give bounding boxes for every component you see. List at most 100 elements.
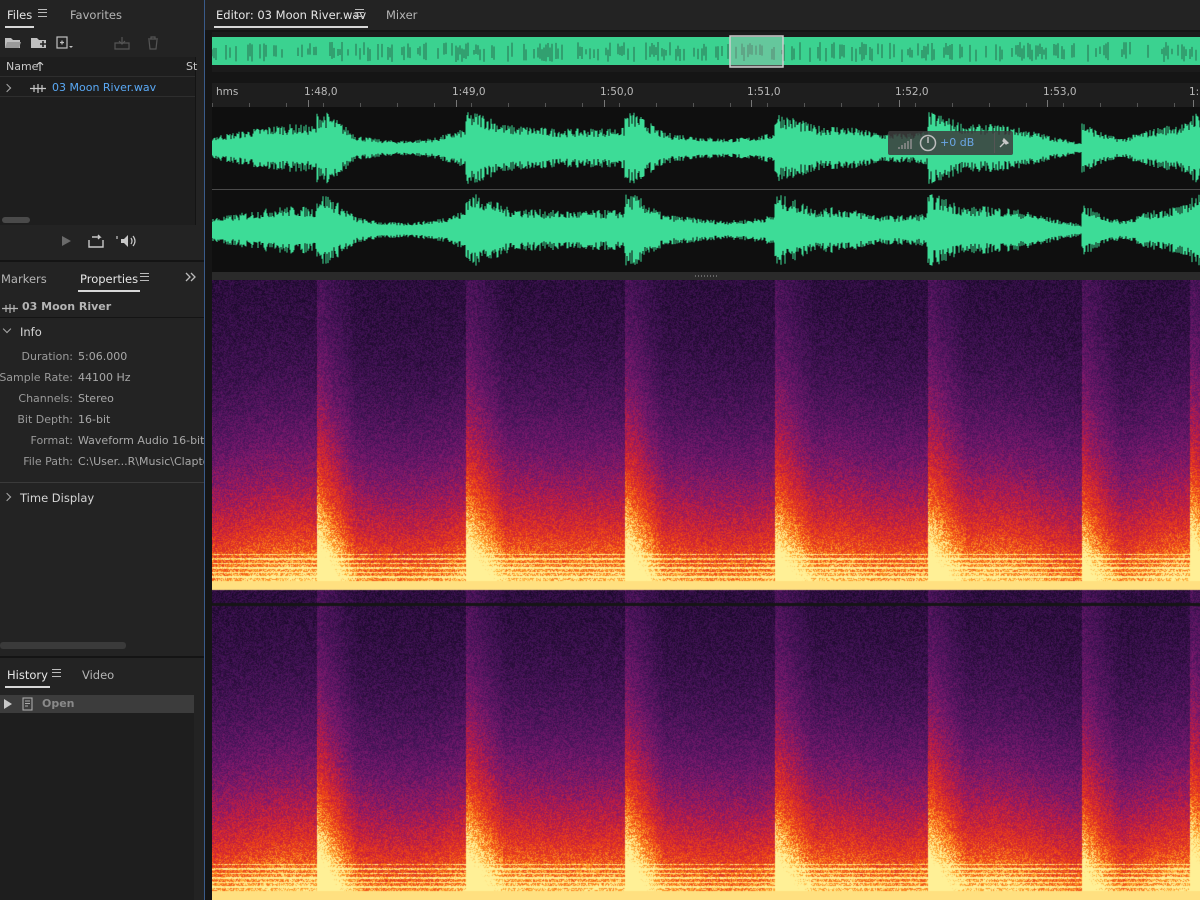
time-label: 1:49,0 (452, 86, 486, 98)
hud-gain-control[interactable]: +0 dB (888, 131, 1013, 155)
time-label: 1: (1189, 86, 1200, 98)
info-row-channels: Channels: Stereo (0, 389, 204, 409)
time-label: 1:50,0 (600, 86, 634, 98)
files-column-header: Name St (0, 57, 197, 77)
file-name[interactable]: 03 Moon River.wav (52, 81, 156, 94)
tab-mixer[interactable]: Mixer (386, 8, 417, 22)
audio-file-icon (2, 304, 18, 313)
files-tabbar: Files Favorites (0, 0, 204, 30)
overflow-chevrons-icon[interactable] (185, 272, 197, 282)
time-tick (751, 100, 752, 107)
tab-editor[interactable]: Editor: 03 Moon River.wav (213, 8, 369, 28)
time-label: 1:52,0 (895, 86, 929, 98)
asset-header: 03 Moon River (0, 298, 204, 318)
time-tick (456, 100, 457, 107)
time-display-section-header[interactable]: Time Display (0, 488, 204, 508)
panel-menu-icon[interactable] (355, 9, 364, 17)
editor-panel: Editor: 03 Moon River.wav Mixer hms 1:48… (204, 0, 1200, 900)
spectrogram (212, 280, 1200, 900)
asset-name: 03 Moon River (22, 300, 112, 313)
info-row-file-path: File Path: C:\User...R\Music\Clapton (0, 452, 204, 472)
info-section-header[interactable]: Info (0, 322, 204, 342)
tab-files[interactable]: Files (4, 8, 35, 28)
time-tick (308, 100, 309, 107)
overview-zoom-window[interactable] (729, 35, 784, 68)
current-state-arrow-icon (4, 699, 12, 709)
info-label: Channels: (18, 392, 73, 405)
files-scrollbar[interactable] (2, 217, 30, 223)
time-label: 1:51,0 (747, 86, 781, 98)
time-tick (899, 100, 900, 107)
panel-menu-icon[interactable] (140, 273, 149, 281)
section-title: Info (20, 325, 42, 339)
view-splitter[interactable] (212, 272, 1200, 280)
audio-file-icon (30, 84, 46, 93)
history-item[interactable]: Open (0, 695, 194, 713)
overview-navigator[interactable] (211, 32, 1200, 72)
pin-icon[interactable] (998, 137, 1010, 149)
editor-tabbar: Editor: 03 Moon River.wav Mixer (205, 0, 1200, 30)
info-label: Sample Rate: (0, 371, 73, 384)
open-folder-icon[interactable] (4, 35, 22, 51)
waveform-display[interactable] (211, 107, 1200, 272)
loop-icon[interactable] (88, 234, 104, 248)
column-status[interactable]: St (186, 60, 197, 73)
properties-scrollbar[interactable] (0, 642, 126, 649)
hud-gain-value: +0 dB (940, 136, 975, 149)
divider (0, 482, 204, 483)
tab-history[interactable]: History (5, 668, 50, 688)
tab-video[interactable]: Video (82, 668, 114, 682)
time-tick (604, 100, 605, 107)
gain-knob-icon[interactable] (919, 134, 937, 152)
info-row-sample-rate: Sample Rate: 44100 Hz (0, 368, 204, 388)
info-value: Waveform Audio 16-bit Integer (78, 434, 204, 447)
tab-favorites[interactable]: Favorites (70, 8, 122, 22)
time-tick (1193, 100, 1194, 107)
splitter-grip[interactable] (694, 275, 719, 277)
expand-chevron-icon[interactable] (2, 492, 12, 502)
waveform-channel (211, 194, 1200, 266)
info-row-format: Format: Waveform Audio 16-bit Integer (0, 431, 204, 451)
waveform-channel (211, 112, 1200, 184)
spectral-frequency-display[interactable] (212, 280, 1200, 900)
expand-chevron-icon[interactable] (2, 83, 12, 93)
files-panel: Files Favorites Name St 03 Moon River.wa… (0, 0, 204, 262)
info-row-bit-depth: Bit Depth: 16-bit (0, 410, 204, 430)
preview-transport (0, 232, 204, 252)
properties-panel: Markers Properties 03 Moon River Info Du… (0, 264, 204, 658)
delete-icon[interactable] (144, 35, 162, 51)
info-value: 16-bit (78, 413, 111, 426)
info-row-duration: Duration: 5:06.000 (0, 347, 204, 367)
info-value: Stereo (78, 392, 114, 405)
info-label: Format: (30, 434, 73, 447)
section-title: Time Display (20, 491, 95, 505)
info-label: Duration: (21, 350, 73, 363)
divider (994, 133, 995, 153)
time-label: 1:48,0 (304, 86, 338, 98)
panel-menu-icon[interactable] (38, 9, 47, 17)
time-ruler[interactable]: hms 1:48,0 1:49,0 1:50,0 1:51,0 1:52,0 1… (212, 83, 1200, 107)
time-tick (1047, 100, 1048, 107)
panel-menu-icon[interactable] (52, 669, 61, 677)
open-document-icon (22, 697, 33, 711)
open-append-icon[interactable] (30, 35, 48, 51)
collapse-chevron-icon[interactable] (2, 324, 12, 334)
column-name[interactable]: Name (6, 60, 38, 73)
channel-divider (212, 189, 1200, 190)
insert-icon[interactable] (113, 35, 131, 51)
properties-tabbar: Markers Properties (0, 264, 204, 294)
info-label: File Path: (23, 455, 73, 468)
autoplay-speaker-icon[interactable] (116, 234, 138, 248)
file-row[interactable]: 03 Moon River.wav (0, 79, 195, 97)
new-file-icon[interactable] (55, 35, 73, 51)
info-value: C:\User...R\Music\Clapton (78, 455, 204, 468)
tab-markers[interactable]: Markers (1, 272, 47, 286)
info-value: 5:06.000 (78, 350, 128, 363)
history-item-label: Open (42, 697, 75, 710)
files-list: Name St 03 Moon River.wav (0, 57, 197, 225)
level-meter-icon (898, 139, 912, 149)
time-label: 1:53,0 (1043, 86, 1077, 98)
play-icon[interactable] (60, 235, 72, 247)
files-toolbar (0, 33, 204, 55)
tab-properties[interactable]: Properties (77, 272, 141, 292)
